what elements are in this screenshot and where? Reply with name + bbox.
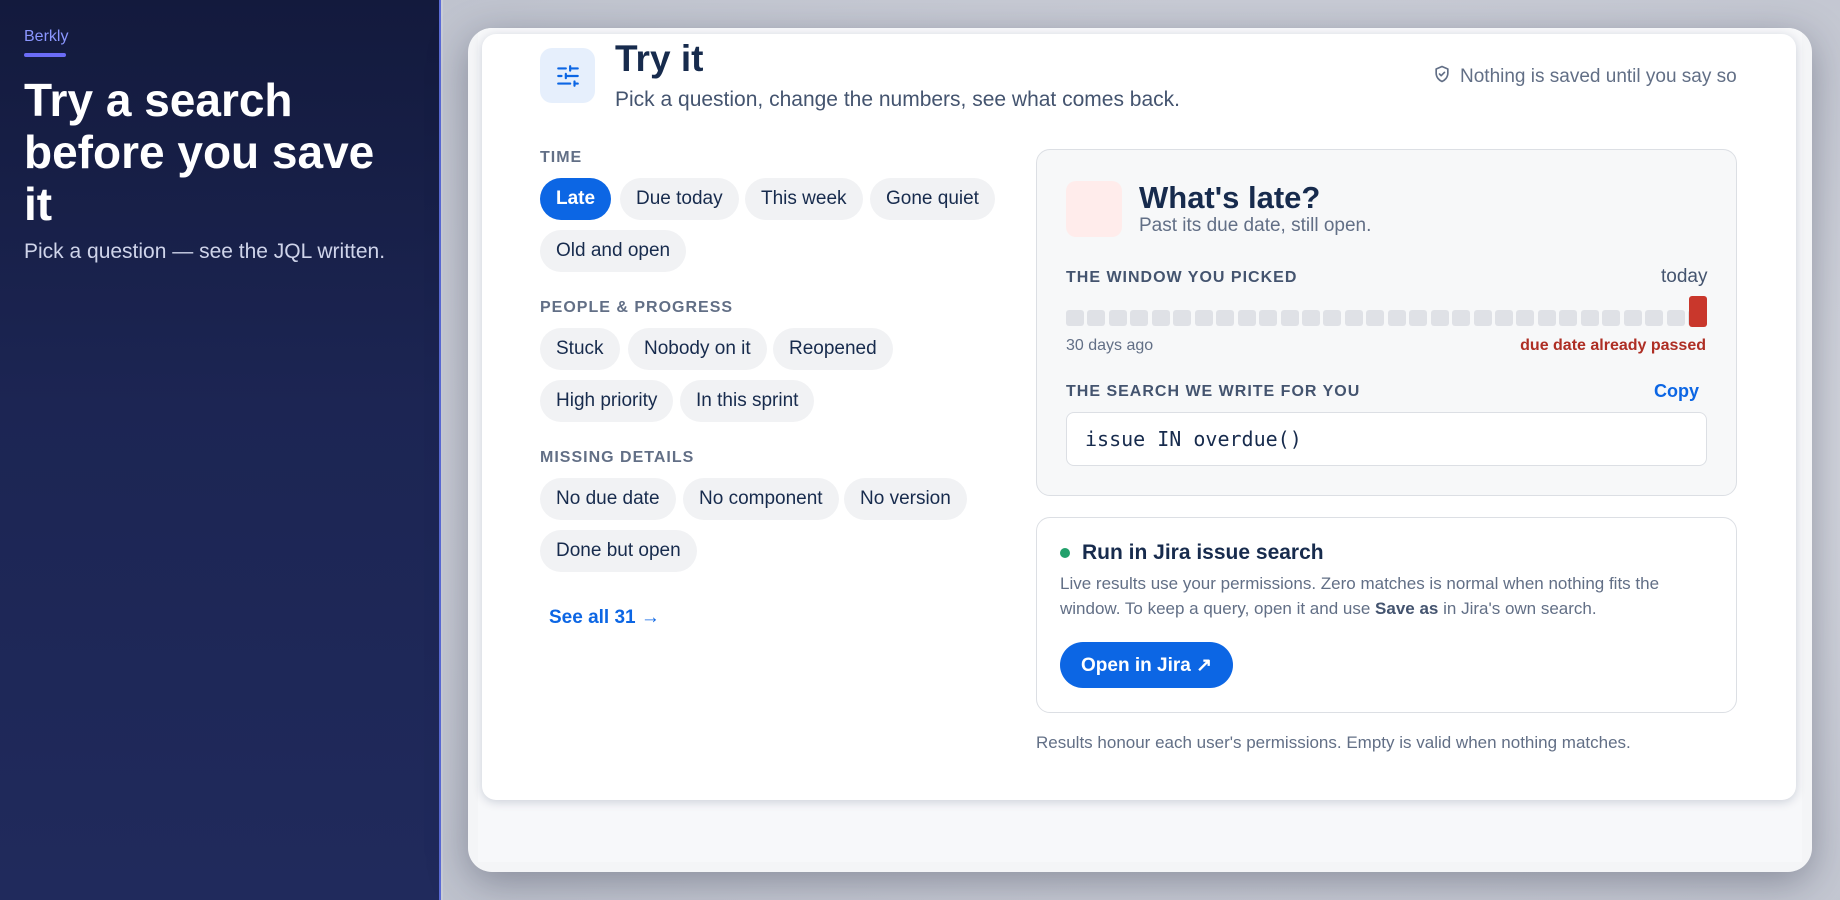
window-label: THE WINDOW YOU PICKED	[1066, 269, 1298, 286]
timeline-day	[1409, 310, 1427, 326]
run-text-bold: Save as	[1375, 599, 1439, 618]
window-end-label: today	[1661, 266, 1708, 287]
chip-nobody-on-it[interactable]: Nobody on it	[628, 328, 767, 370]
timeline-day	[1388, 310, 1406, 326]
timeline-day	[1516, 310, 1534, 326]
result-subtitle: Past its due date, still open.	[1139, 215, 1372, 236]
run-title: Run in Jira issue search	[1082, 541, 1324, 564]
brand-name: Berkly	[24, 28, 69, 45]
page-title: Try it	[615, 38, 704, 79]
timeline-day	[1495, 310, 1513, 326]
chip-old-and-open[interactable]: Old and open	[540, 230, 687, 272]
sliders-icon	[540, 48, 595, 103]
timeline-day	[1345, 310, 1363, 326]
timeline-day	[1624, 310, 1642, 326]
run-description: Live results use your permissions. Zero …	[1060, 571, 1660, 621]
window-status: due date already passed	[1520, 337, 1706, 354]
brand-underline	[24, 53, 66, 57]
window-start-label: 30 days ago	[1066, 337, 1154, 354]
timeline-day	[1216, 310, 1234, 326]
window-timeline	[1066, 296, 1707, 328]
result-title: What's late?	[1139, 180, 1321, 215]
run-text-after: in Jira's own search.	[1443, 599, 1597, 618]
chip-no-version[interactable]: No version	[844, 478, 967, 520]
query-label: THE SEARCH WE WRITE FOR YOU	[1066, 383, 1361, 400]
group-label-missing: MISSING DETAILS	[540, 449, 695, 466]
chip-gone-quiet[interactable]: Gone quiet	[870, 178, 995, 220]
chip-done-but-open[interactable]: Done but open	[540, 530, 697, 572]
late-icon	[1066, 181, 1122, 237]
chip-due-today[interactable]: Due today	[620, 178, 739, 220]
timeline-day	[1452, 310, 1470, 326]
timeline-day	[1581, 310, 1599, 326]
chip-stuck[interactable]: Stuck	[540, 328, 620, 370]
timeline-day	[1238, 310, 1256, 326]
timeline-day	[1173, 310, 1191, 326]
timeline-day	[1474, 310, 1492, 326]
timeline-day	[1323, 310, 1341, 326]
timeline-day	[1559, 310, 1577, 326]
timeline-day	[1302, 310, 1320, 326]
group-label-time: TIME	[540, 149, 583, 166]
chip-no-due-date[interactable]: No due date	[540, 478, 676, 520]
timeline-day	[1152, 310, 1170, 326]
timeline-day	[1087, 310, 1105, 326]
intro-headline: Try a search before you save it	[24, 74, 375, 230]
timeline-day	[1195, 310, 1213, 326]
timeline-day	[1645, 310, 1663, 326]
timeline-day	[1066, 310, 1084, 326]
open-in-jira-button[interactable]: Open in Jira ↗	[1060, 642, 1234, 688]
chip-late[interactable]: Late	[540, 178, 612, 220]
intro-panel: Berkly Try a search before you save it P…	[0, 0, 441, 900]
timeline-day	[1431, 310, 1449, 326]
copy-button[interactable]: Copy	[1654, 381, 1699, 402]
group-label-people: PEOPLE & PROGRESS	[540, 299, 734, 316]
save-note: Nothing is saved until you say so	[1432, 64, 1737, 90]
timeline-day	[1602, 310, 1620, 326]
timeline-day	[1667, 310, 1685, 326]
shield-check-icon	[1432, 64, 1452, 90]
intro-subline: Pick a question — see the JQL written.	[24, 240, 386, 263]
timeline-day	[1281, 310, 1299, 326]
footnote: Results honour each user's permissions. …	[1036, 733, 1631, 752]
save-note-text: Nothing is saved until you say so	[1460, 66, 1737, 87]
chip-no-component[interactable]: No component	[683, 478, 839, 520]
chip-high-priority[interactable]: High priority	[540, 380, 674, 422]
timeline-day	[1130, 310, 1148, 326]
chip-reopened[interactable]: Reopened	[773, 328, 893, 370]
status-dot	[1060, 548, 1070, 558]
jql-query-box[interactable]: issue IN overdue()	[1066, 412, 1707, 466]
timeline-day	[1538, 310, 1556, 326]
page-subtitle: Pick a question, change the numbers, see…	[615, 88, 1180, 111]
chip-this-week[interactable]: This week	[745, 178, 863, 220]
chip-in-this-sprint[interactable]: In this sprint	[680, 380, 815, 422]
timeline-day	[1366, 310, 1384, 326]
see-all-link[interactable]: See all 31 →	[549, 607, 660, 629]
timeline-day	[1259, 310, 1277, 326]
timeline-today	[1689, 296, 1707, 327]
timeline-day	[1109, 310, 1127, 326]
